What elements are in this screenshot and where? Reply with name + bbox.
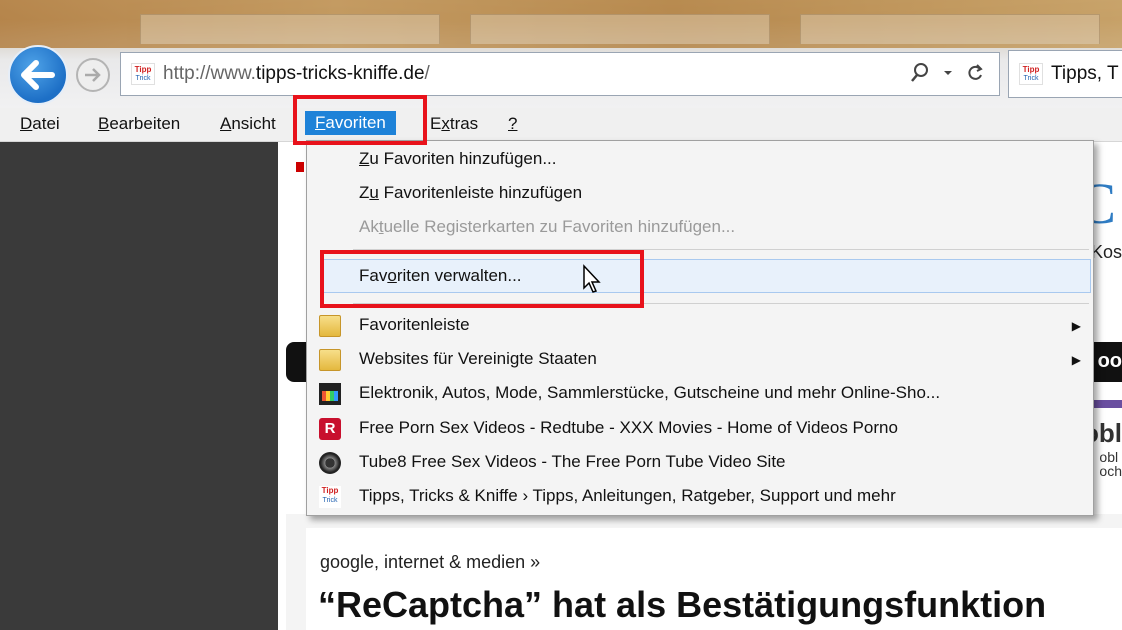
add-bar-accel: u: [369, 183, 379, 202]
menu-datei-accel: D: [20, 114, 33, 133]
page-partial-text: Kos: [1090, 242, 1122, 262]
dropdown-arrow-icon[interactable]: [943, 61, 953, 85]
favorites-dropdown-menu: Zu Favoriten hinzufügen... Zu Favoritenl…: [306, 140, 1094, 516]
tab-title: Tipps, T: [1051, 63, 1119, 84]
menu-item-favorite-link[interactable]: Free Porn Sex Videos - Redtube - XXX Mov…: [359, 418, 898, 438]
highlight-box-favoriten: [293, 95, 427, 145]
tipps-tricks-icon: Tipp Trick: [319, 486, 341, 508]
menu-extras-pre: E: [430, 114, 442, 133]
menu-ansicht-accel: A: [220, 114, 232, 133]
page-nav-text: oo: [1097, 350, 1122, 372]
menu-ansicht-rest: nsicht: [231, 114, 276, 133]
folder-icon: [319, 349, 341, 371]
menu-item-add-to-bar[interactable]: Zu Favoritenleiste hinzufügen: [359, 183, 582, 203]
menu-bearbeiten-rest: earbeiten: [109, 114, 181, 133]
add-bar-pre: Z: [359, 183, 370, 202]
menu-datei[interactable]: Datei: [20, 114, 60, 134]
redtube-icon: R: [319, 418, 341, 440]
search-icon[interactable]: [909, 61, 931, 85]
tab-active[interactable]: Tipp Trick Tipps, T: [1008, 50, 1122, 98]
tipp-icon-bottom: Trick: [322, 497, 338, 504]
address-tools: [909, 61, 985, 85]
menu-help[interactable]: ?: [508, 114, 517, 134]
menu-item-add-favorite[interactable]: Zu Favoriten hinzufügen...: [359, 149, 557, 169]
url-text[interactable]: http://www.tipps-tricks-kniffe.de/: [163, 63, 430, 85]
submenu-arrow-icon: ▶: [1071, 319, 1081, 333]
menu-help-accel: ?: [508, 114, 518, 133]
menu-item-favorite-link[interactable]: Elektronik, Autos, Mode, Sammlerstücke, …: [359, 383, 940, 403]
back-arrow-icon: [21, 60, 55, 90]
url-prefix: http://www.: [163, 63, 256, 84]
page-partial-subtext-line1: obl: [1099, 449, 1119, 465]
menu-extras-accel: x: [441, 114, 450, 133]
menu-ansicht[interactable]: Ansicht: [220, 114, 276, 134]
menu-bearbeiten-accel: B: [98, 114, 110, 133]
menu-item-websites-usa[interactable]: Websites für Vereinigte Staaten: [359, 349, 597, 369]
forward-button[interactable]: [76, 58, 110, 92]
refresh-icon[interactable]: [965, 61, 985, 85]
site-favicon: Tipp Trick: [131, 63, 155, 85]
add-bar-rest: Favoritenleiste hinzufügen: [378, 183, 583, 202]
add-fav-accel: Z: [359, 149, 370, 168]
menu-item-add-tabs: Aktuelle Registerkarten zu Favoriten hin…: [359, 217, 735, 237]
url-domain: tipps-tricks-kniffe.de: [255, 63, 425, 84]
add-fav-rest: u Favoriten hinzufügen...: [369, 149, 557, 168]
forward-arrow-icon: [85, 68, 101, 82]
tab-strip-background: [0, 0, 1122, 48]
tab-favicon-bottom: Trick: [1023, 75, 1039, 82]
menu-bearbeiten[interactable]: Bearbeiten: [98, 114, 180, 134]
left-panel: [0, 142, 278, 630]
menu-datei-rest: atei: [32, 114, 60, 133]
background-tab[interactable]: [800, 14, 1100, 44]
favicon-text-bottom: Trick: [135, 75, 151, 82]
article-headline[interactable]: “ReCaptcha” hat als Bestätigungsfunktion: [318, 584, 1046, 626]
tipp-icon-top: Tipp: [321, 486, 339, 495]
menu-item-favoritenleiste[interactable]: Favoritenleiste: [359, 315, 470, 335]
menu-item-favorite-link[interactable]: Tipps, Tricks & Kniffe › Tipps, Anleitun…: [359, 486, 896, 506]
background-tab[interactable]: [140, 14, 440, 44]
tab-favicon-top: Tipp: [1022, 65, 1040, 74]
menu-item-favorite-link[interactable]: Tube8 Free Sex Videos - The Free Porn Tu…: [359, 452, 786, 472]
menu-extras[interactable]: Extras: [430, 114, 478, 134]
background-tab[interactable]: [470, 14, 770, 44]
article-category[interactable]: google, internet & medien »: [320, 552, 540, 573]
page-partial-subtext-line2: och: [1099, 463, 1122, 479]
url-suffix: /: [424, 63, 430, 84]
submenu-arrow-icon: ▶: [1071, 353, 1081, 367]
mouse-cursor-icon: [583, 264, 601, 293]
folder-icon: [319, 315, 341, 337]
page-partial-subtext: obl och: [1099, 450, 1122, 478]
back-button[interactable]: [8, 45, 68, 105]
favicon-text-top: Tipp: [134, 65, 152, 74]
menu-bar: Datei Bearbeiten Ansicht Favoriten Extra…: [0, 108, 1122, 142]
menu-extras-rest: tras: [449, 114, 479, 133]
tube8-icon: [319, 452, 341, 474]
add-tabs-rest: uelle Registerkarten zu Favoriten hinzuf…: [383, 217, 736, 236]
tab-favicon: Tipp Trick: [1019, 63, 1043, 85]
add-tabs-pre: Ak: [359, 217, 379, 236]
shopping-bag-icon: [319, 383, 341, 405]
address-bar[interactable]: Tipp Trick http://www.tipps-tricks-kniff…: [120, 52, 1000, 96]
page-red-marker: [296, 162, 304, 172]
